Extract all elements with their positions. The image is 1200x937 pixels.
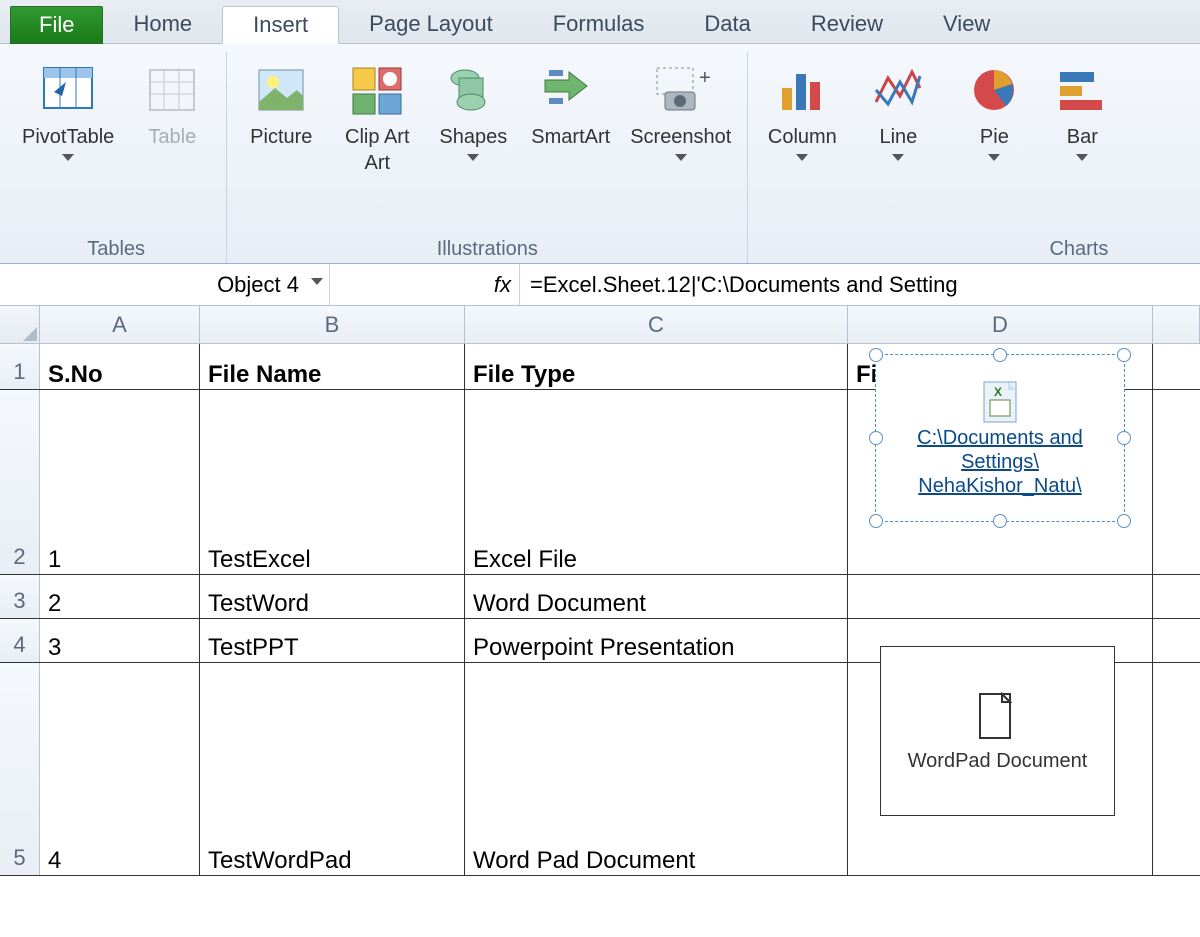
tab-insert[interactable]: Insert xyxy=(222,6,339,44)
group-label-charts: Charts xyxy=(1049,232,1118,263)
col-header-next[interactable] xyxy=(1153,306,1200,343)
cell[interactable]: Excel File xyxy=(465,390,848,574)
pivottable-button[interactable]: PivotTable xyxy=(16,56,120,168)
tab-page-layout[interactable]: Page Layout xyxy=(339,5,523,43)
embedded-object-wordpad[interactable]: WordPad Document xyxy=(880,646,1115,816)
row-header-5[interactable]: 5 xyxy=(0,663,40,875)
cell[interactable]: S.No xyxy=(40,344,200,389)
line-chart-icon xyxy=(868,60,928,120)
col-header-C[interactable]: C xyxy=(465,306,848,343)
embedded-object-selected[interactable]: X C:\Documents andSettings\NehaKishor_Na… xyxy=(875,354,1125,522)
cell[interactable]: Word Pad Document xyxy=(465,663,848,875)
col-header-D[interactable]: D xyxy=(848,306,1153,343)
clipart-button[interactable]: Clip Art Art xyxy=(333,56,421,180)
group-illustrations: Picture Clip Art Art Shapes Sm xyxy=(227,52,748,263)
cell[interactable] xyxy=(1153,344,1200,389)
cell[interactable]: TestPPT xyxy=(200,619,465,662)
file-tab[interactable]: File xyxy=(10,6,103,44)
cell[interactable]: TestExcel xyxy=(200,390,465,574)
smartart-icon xyxy=(541,60,601,120)
select-all-corner[interactable] xyxy=(0,306,40,343)
cell[interactable] xyxy=(1153,619,1200,662)
chevron-down-icon xyxy=(1076,154,1088,161)
worksheet-grid: A B C D 1 S.No File Name File Type File … xyxy=(0,306,1200,876)
row-header-1[interactable]: 1 xyxy=(0,344,40,389)
bar-chart-button[interactable]: Bar xyxy=(1046,56,1118,168)
formula-input[interactable]: =Excel.Sheet.12|'C:\Documents and Settin… xyxy=(520,264,1200,305)
cell[interactable] xyxy=(1153,575,1200,618)
col-header-B[interactable]: B xyxy=(200,306,465,343)
cell[interactable]: TestWordPad xyxy=(200,663,465,875)
clipart-icon xyxy=(347,60,407,120)
shapes-icon xyxy=(443,60,503,120)
cell[interactable]: 1 xyxy=(40,390,200,574)
group-label-illustrations: Illustrations xyxy=(437,232,538,263)
cell[interactable]: 2 xyxy=(40,575,200,618)
cell[interactable]: 3 xyxy=(40,619,200,662)
tab-review[interactable]: Review xyxy=(781,5,913,43)
bar-chart-icon xyxy=(1052,60,1112,120)
pie-chart-button[interactable]: Pie xyxy=(950,56,1038,168)
cell[interactable]: 4 xyxy=(40,663,200,875)
cell[interactable]: Powerpoint Presentation xyxy=(465,619,848,662)
chevron-down-icon xyxy=(467,154,479,161)
column-headers: A B C D xyxy=(0,306,1200,344)
group-charts: Column Line Pie Bar xyxy=(748,52,1128,263)
table-button[interactable]: Table xyxy=(128,56,216,154)
chevron-down-icon xyxy=(796,154,808,161)
pivottable-icon xyxy=(38,60,98,120)
chevron-down-icon xyxy=(675,154,687,161)
line-chart-button[interactable]: Line xyxy=(854,56,942,168)
cell[interactable] xyxy=(848,575,1153,618)
chevron-down-icon[interactable] xyxy=(311,278,323,285)
row-header-3[interactable]: 3 xyxy=(0,575,40,618)
tab-view[interactable]: View xyxy=(913,5,1020,43)
svg-text:+: + xyxy=(699,67,711,89)
tab-data[interactable]: Data xyxy=(674,5,780,43)
shapes-button[interactable]: Shapes xyxy=(429,56,517,168)
tab-formulas[interactable]: Formulas xyxy=(523,5,675,43)
formula-bar: Object 4 fx =Excel.Sheet.12|'C:\Document… xyxy=(0,264,1200,306)
svg-text:X: X xyxy=(994,385,1002,399)
screenshot-button[interactable]: + Screenshot xyxy=(624,56,737,168)
tab-home[interactable]: Home xyxy=(103,5,222,43)
cell[interactable]: Word Document xyxy=(465,575,848,618)
cell[interactable]: TestWord xyxy=(200,575,465,618)
fx-button[interactable]: fx xyxy=(330,264,520,305)
ribbon: PivotTable Table Tables Picture xyxy=(0,44,1200,264)
row-header-4[interactable]: 4 xyxy=(0,619,40,662)
table-row: 3 2 TestWord Word Document xyxy=(0,575,1200,619)
cell[interactable]: File Type xyxy=(465,344,848,389)
pie-chart-icon xyxy=(964,60,1024,120)
name-box[interactable]: Object 4 xyxy=(0,264,330,305)
group-tables: PivotTable Table Tables xyxy=(6,52,227,263)
document-icon xyxy=(976,690,1020,742)
column-chart-button[interactable]: Column xyxy=(758,56,846,168)
smartart-button[interactable]: SmartArt xyxy=(525,56,616,154)
chevron-down-icon xyxy=(892,154,904,161)
col-header-A[interactable]: A xyxy=(40,306,200,343)
picture-icon xyxy=(251,60,311,120)
table-icon xyxy=(142,60,202,120)
chevron-down-icon xyxy=(62,154,74,161)
cell[interactable] xyxy=(1153,390,1200,574)
ribbon-tabs: File Home Insert Page Layout Formulas Da… xyxy=(0,0,1200,44)
cell[interactable] xyxy=(1153,663,1200,875)
picture-button[interactable]: Picture xyxy=(237,56,325,154)
cell[interactable]: File Name xyxy=(200,344,465,389)
chevron-down-icon xyxy=(988,154,1000,161)
group-label-tables: Tables xyxy=(87,232,145,263)
row-header-2[interactable]: 2 xyxy=(0,390,40,574)
screenshot-icon: + xyxy=(651,60,711,120)
column-chart-icon xyxy=(772,60,832,120)
excel-file-icon: X xyxy=(976,378,1024,426)
